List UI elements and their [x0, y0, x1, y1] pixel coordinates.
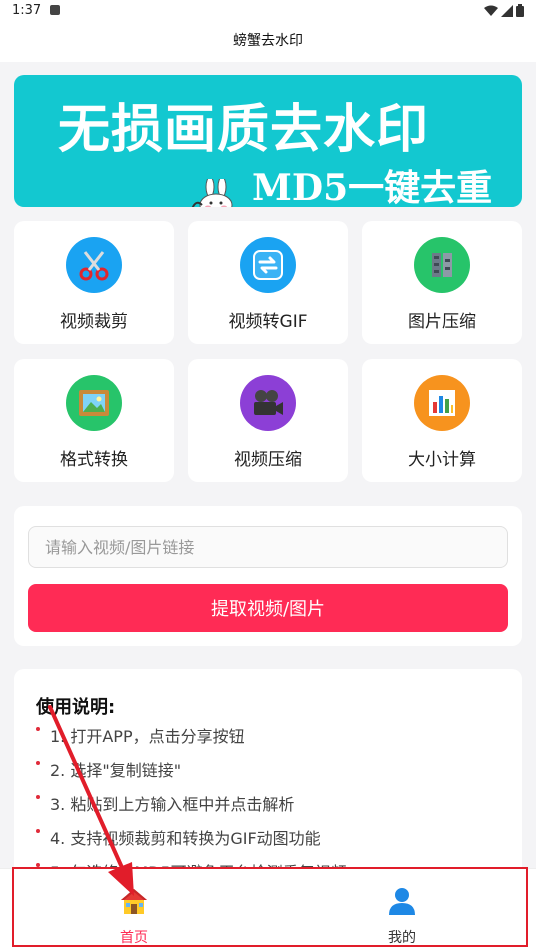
link-input[interactable]	[28, 526, 508, 568]
tool-image-compress[interactable]: 图片压缩	[362, 221, 522, 344]
tool-label: 视频压缩	[234, 450, 302, 470]
tool-size-calculator[interactable]: 大小计算	[362, 359, 522, 482]
bar-chart-icon	[414, 375, 470, 431]
instruction-step: 3. 粘贴到上方输入框中并点击解析	[36, 791, 347, 825]
picture-frame-icon	[66, 375, 122, 431]
tool-video-compress[interactable]: 视频压缩	[188, 359, 348, 482]
page-title: 螃蟹去水印	[0, 22, 536, 62]
instruction-step: 2. 选择"复制链接"	[36, 757, 347, 791]
tool-label: 图片压缩	[408, 312, 476, 332]
tool-label: 视频裁剪	[60, 312, 128, 332]
banner-subheadline: MD5一键去重	[252, 167, 493, 207]
home-icon	[121, 889, 147, 914]
instruction-step: 4. 支持视频裁剪和转换为GIF动图功能	[36, 825, 347, 859]
tool-video-to-gif[interactable]: 视频转GIF	[188, 221, 348, 344]
user-icon	[389, 888, 415, 915]
signal-icon	[501, 4, 513, 17]
nav-mine[interactable]: 我的	[268, 869, 536, 952]
video-camera-icon	[240, 375, 296, 431]
tool-label: 格式转换	[60, 450, 128, 470]
notification-icon	[50, 5, 60, 15]
status-time: 1:37	[12, 3, 42, 18]
promo-banner[interactable]: 无损画质去水印 MD5一键去重	[14, 75, 522, 207]
battery-icon	[516, 4, 524, 17]
nav-home-label: 首页	[120, 930, 148, 946]
nav-home[interactable]: 首页	[0, 869, 268, 952]
tool-format-convert[interactable]: 格式转换	[14, 359, 174, 482]
instruction-step: 1. 打开APP，点击分享按钮	[36, 723, 347, 757]
wifi-icon	[484, 5, 498, 16]
banner-headline: 无损画质去水印	[58, 99, 430, 160]
convert-arrows-icon	[240, 237, 296, 293]
status-icons	[484, 4, 524, 17]
nav-mine-label: 我的	[388, 930, 416, 946]
status-bar: 1:37	[0, 0, 536, 22]
bunny-icon	[191, 179, 233, 207]
compress-icon	[414, 237, 470, 293]
instructions-title: 使用说明:	[36, 697, 116, 718]
tool-label: 大小计算	[408, 450, 476, 470]
scissors-icon	[66, 237, 122, 293]
tool-video-crop[interactable]: 视频裁剪	[14, 221, 174, 344]
tool-label: 视频转GIF	[228, 312, 308, 332]
link-panel: 提取视频/图片	[14, 506, 522, 646]
bottom-nav: 首页 我的	[0, 868, 536, 952]
extract-button[interactable]: 提取视频/图片	[28, 584, 508, 632]
